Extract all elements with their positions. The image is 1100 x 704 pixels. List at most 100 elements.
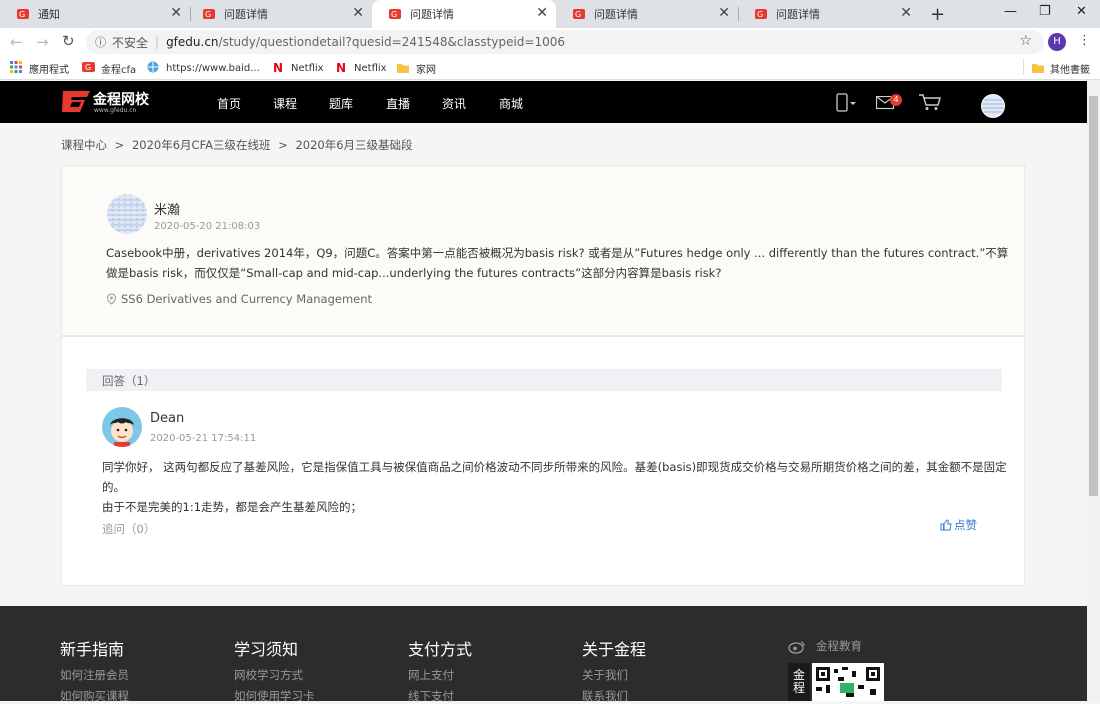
- nav-home[interactable]: 首页: [217, 95, 241, 112]
- question-tag[interactable]: SS6 Derivatives and Currency Management: [106, 292, 372, 306]
- bookmark-label: 應用程式: [29, 65, 69, 76]
- bookmark-other[interactable]: 其他書籤: [1032, 61, 1090, 76]
- answer-author-avatar: [102, 407, 142, 447]
- back-icon[interactable]: ←: [10, 33, 23, 51]
- weibo-icon[interactable]: [788, 639, 806, 658]
- tab-close-icon[interactable]: ✕: [900, 6, 912, 20]
- cart-icon[interactable]: [918, 93, 942, 115]
- gfedu-favicon-icon: G: [202, 7, 216, 21]
- breadcrumb-course-center[interactable]: 课程中心: [61, 138, 107, 152]
- info-icon: ⓘ: [95, 36, 106, 49]
- user-avatar[interactable]: [981, 94, 1005, 118]
- bookmark-label: 金程cfa: [101, 65, 137, 76]
- tab-question-detail[interactable]: G 问题详情 ✕: [738, 0, 920, 28]
- like-button[interactable]: 点赞: [940, 517, 977, 533]
- address-bar[interactable]: ⓘ 不安全 | gfedu.cn /study/questiondetail?q…: [86, 30, 1044, 54]
- footer-link[interactable]: 如何注册会员: [60, 667, 129, 683]
- mail-badge: 4: [890, 94, 902, 106]
- tab-close-icon[interactable]: ✕: [352, 6, 364, 20]
- footer-heading: 新手指南: [60, 640, 125, 659]
- qr-side-label: 金程: [793, 668, 806, 695]
- bookmark-label: Netflix: [291, 62, 324, 74]
- folder-icon: [397, 62, 409, 76]
- question-line: 做是basis risk，而仅仅是“Small-cap and mid-cap.…: [106, 266, 722, 280]
- answers-header-bar: 回答（1）: [86, 369, 1002, 391]
- answer-line: 的。: [102, 480, 125, 494]
- weibo-label[interactable]: 金程教育: [816, 638, 862, 654]
- footer-heading: 支付方式: [408, 640, 473, 659]
- breadcrumb-stage[interactable]: 2020年6月三级基础段: [295, 138, 412, 152]
- question-line: Casebook中册，derivatives 2014年，Q9，问题C。答案中第…: [106, 246, 1009, 260]
- bookmark-folder[interactable]: 家网: [397, 61, 436, 76]
- scrollbar-thumb[interactable]: [1089, 96, 1098, 496]
- globe-icon: [147, 61, 159, 76]
- new-tab-icon[interactable]: +: [930, 4, 945, 25]
- gfedu-favicon-icon: G: [754, 7, 768, 21]
- question-author-avatar: [107, 194, 147, 234]
- tab-question-detail-active[interactable]: G 问题详情 ✕: [372, 0, 556, 28]
- nav-mall[interactable]: 商城: [499, 95, 523, 112]
- folder-icon: [1032, 62, 1044, 76]
- bookmark-label: 家网: [416, 65, 436, 76]
- profile-avatar[interactable]: H: [1048, 33, 1066, 51]
- url-path: /study/questiondetail?quesid=241548&clas…: [218, 35, 566, 49]
- tab-label: 通知: [38, 8, 60, 21]
- bookmark-netflix[interactable]: N Netflix: [273, 61, 324, 75]
- menu-kebab-icon[interactable]: ⋮: [1078, 33, 1091, 48]
- site-logo[interactable]: [60, 89, 92, 118]
- answer-line: 由于不是完美的1:1走势，都是会产生基差风险的；: [102, 500, 363, 514]
- like-label: 点赞: [954, 518, 977, 532]
- tab-close-icon[interactable]: ✕: [170, 6, 182, 20]
- tab-question-detail[interactable]: G 问题详情 ✕: [556, 0, 738, 28]
- followup-link[interactable]: 追问（0）: [102, 521, 155, 537]
- gfedu-logo-icon: [62, 91, 90, 112]
- footer-heading: 学习须知: [234, 640, 299, 659]
- footer-link[interactable]: 如何使用学习卡: [234, 688, 315, 704]
- breadcrumb-class[interactable]: 2020年6月CFA三级在线班: [132, 138, 271, 152]
- answers-header: 回答（1）: [102, 374, 156, 388]
- tab-notification[interactable]: G 通知 ✕: [0, 0, 190, 28]
- answer-card: 回答（1） Dean 2020-05-21 17:54:11 同学你好， 这两句…: [61, 336, 1025, 586]
- reload-icon[interactable]: ↻: [62, 32, 75, 50]
- bookmark-label: Netflix: [354, 62, 387, 74]
- breadcrumb: 课程中心 > 2020年6月CFA三级在线班 > 2020年6月三级基础段: [61, 137, 413, 153]
- nav-live[interactable]: 直播: [386, 95, 410, 112]
- nav-news[interactable]: 资讯: [442, 95, 466, 112]
- bookmark-baidu[interactable]: https://www.baid...: [147, 61, 260, 76]
- forward-icon[interactable]: →: [36, 33, 49, 51]
- svg-text:G: G: [19, 10, 25, 19]
- tab-close-icon[interactable]: ✕: [536, 6, 548, 20]
- bookmark-star-icon[interactable]: ☆: [1019, 33, 1032, 49]
- svg-text:G: G: [391, 10, 397, 19]
- close-window-icon[interactable]: ✕: [1076, 4, 1087, 19]
- nav-courses[interactable]: 课程: [273, 95, 297, 112]
- footer-link[interactable]: 网校学习方式: [234, 667, 303, 683]
- bookmark-label: https://www.baid...: [166, 63, 260, 74]
- footer-link[interactable]: 线下支付: [408, 688, 454, 704]
- qr-side-label-box: 金程: [788, 663, 810, 701]
- svg-text:G: G: [757, 10, 763, 19]
- nav-question-bank[interactable]: 题库: [329, 95, 353, 112]
- restore-icon[interactable]: ❐: [1039, 4, 1051, 19]
- bookmark-apps[interactable]: 應用程式: [10, 61, 69, 76]
- site-footer: 新手指南 如何注册会员 如何购买课程 学习须知 网校学习方式 如何使用学习卡 支…: [0, 606, 1087, 704]
- footer-link[interactable]: 如何购买课程: [60, 688, 129, 704]
- tab-close-icon[interactable]: ✕: [718, 6, 730, 20]
- bookmark-netflix[interactable]: N Netflix: [336, 61, 387, 75]
- footer-link[interactable]: 联系我们: [582, 688, 628, 704]
- minimize-icon[interactable]: —: [1004, 4, 1017, 19]
- url-domain: gfedu.cn: [166, 35, 219, 49]
- footer-link[interactable]: 关于我们: [582, 667, 628, 683]
- netflix-icon: N: [336, 61, 347, 75]
- gfedu-favicon-icon: G: [82, 61, 95, 76]
- bookmark-label: 其他書籤: [1050, 65, 1090, 76]
- tab-label: 问题详情: [410, 8, 454, 21]
- mobile-icon[interactable]: [836, 93, 858, 117]
- tab-question-detail[interactable]: G 问题详情 ✕: [186, 0, 372, 28]
- netflix-icon: N: [273, 61, 284, 75]
- logo-text: 金程网校: [93, 92, 149, 108]
- question-author: 米瀚: [154, 203, 181, 218]
- svg-text:G: G: [85, 63, 91, 72]
- footer-link[interactable]: 网上支付: [408, 667, 454, 683]
- bookmark-gfedu[interactable]: G 金程cfa: [82, 61, 136, 76]
